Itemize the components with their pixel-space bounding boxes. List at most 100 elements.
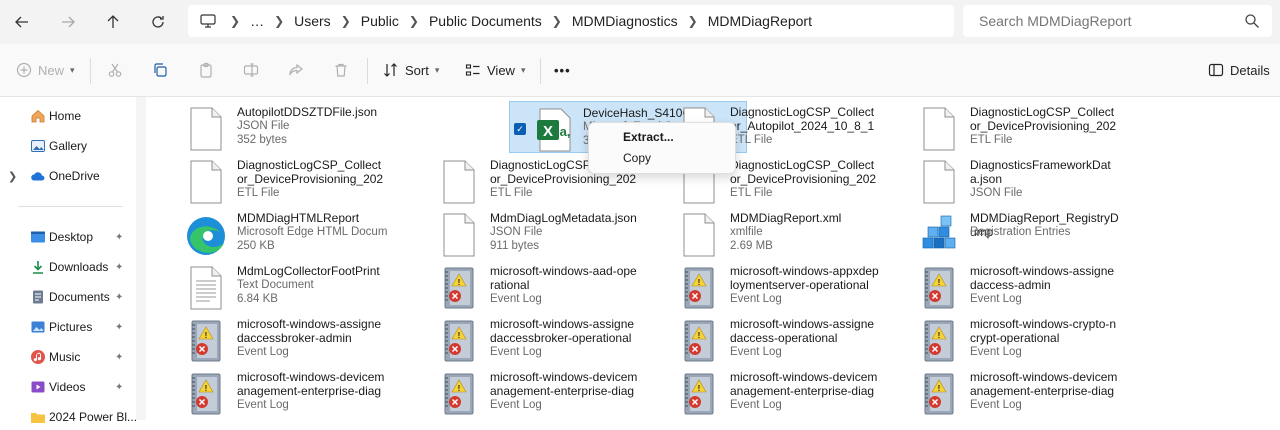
file-item[interactable]: ! microsoft-windows-appxdeploymentserver-…	[641, 260, 879, 311]
svg-text:!: !	[938, 278, 941, 287]
file-item[interactable]: ! microsoft-windows-devicemanagement-ente…	[401, 366, 637, 416]
rename-button[interactable]	[243, 58, 259, 82]
event-log-icon: !	[679, 265, 719, 311]
pin-icon[interactable]: ✦	[115, 382, 123, 393]
navigation-pane: Home Gallery ❯ OneDrive Desktop ✦ Downlo…	[0, 97, 137, 424]
file-item[interactable]: ! microsoft-windows-assignedaccess-admin E…	[881, 260, 1117, 310]
breadcrumb-mdmdiagnostics[interactable]: MDMDiagnostics	[566, 13, 684, 29]
file-name: DiagnosticLogCSP_Collector_DeviceProvisi…	[237, 158, 384, 186]
file-item[interactable]: AutopilotDDSZTDFile.json JSON File 352 byt…	[148, 101, 384, 151]
file-item[interactable]: ! microsoft-windows-devicemanagement-ente…	[641, 366, 877, 416]
breadcrumb-mdmdiagreport[interactable]: MDMDiagReport	[702, 13, 818, 29]
file-item[interactable]: DiagnosticLogCSP_Collector_DeviceProvisi…	[881, 101, 1117, 151]
file-item[interactable]: MdmLogCollectorFootPrint Text Document 6.8…	[148, 260, 384, 310]
file-size: 2.69 MB	[730, 240, 773, 252]
svg-text:!: !	[938, 331, 941, 340]
checkbox-checked-icon[interactable]: ✓	[514, 123, 526, 135]
pin-icon[interactable]: ✦	[115, 352, 123, 363]
file-item[interactable]: ! microsoft-windows-assignedaccessbroker-…	[148, 313, 384, 363]
sidebar-item-desktop[interactable]: Desktop ✦	[0, 224, 136, 250]
sidebar-item-music[interactable]: Music ✦	[0, 344, 136, 370]
breadcrumb-public-documents[interactable]: Public Documents	[423, 13, 548, 29]
svg-text:!: !	[458, 331, 461, 340]
cut-button[interactable]	[107, 58, 123, 82]
sidebar-item-power-bi-folder[interactable]: 2024 Power Bl...	[0, 404, 137, 430]
file-name: microsoft-windows-assignedaccessbroker-a…	[237, 317, 382, 345]
file-item[interactable]: DiagnosticsFrameworkData.json JSON File	[881, 154, 1117, 204]
refresh-button[interactable]	[144, 8, 172, 36]
chevron-right-icon: ❯	[340, 14, 351, 28]
file-item[interactable]: MDMDiagReport_RegistryDump Registration E…	[881, 207, 1119, 257]
file-size: 911 bytes	[490, 240, 540, 252]
sidebar-item-gallery[interactable]: Gallery	[0, 133, 136, 159]
file-item[interactable]: DiagnosticLogCSP_Collector_DeviceProvisi…	[148, 154, 384, 204]
file-type: Event Log	[490, 293, 542, 305]
share-button[interactable]	[288, 58, 304, 82]
breadcrumb-public[interactable]: Public	[355, 13, 405, 29]
file-item[interactable]: MDMDiagHTMLReport Microsoft Edge HTML Doc…	[148, 207, 387, 257]
document-icon	[919, 106, 959, 152]
file-type: Event Log	[730, 399, 782, 411]
divider	[540, 58, 541, 84]
pin-icon[interactable]: ✦	[115, 232, 123, 243]
file-name: microsoft-windows-assignedaccessbroker-o…	[490, 317, 635, 345]
more-options-button[interactable]: •••	[554, 58, 571, 82]
pin-icon[interactable]: ✦	[115, 292, 123, 303]
svg-text:!: !	[458, 278, 461, 287]
search-icon	[1245, 14, 1259, 28]
chevron-right-icon[interactable]: ❯	[8, 170, 17, 183]
delete-button[interactable]	[333, 58, 349, 82]
paste-button[interactable]	[198, 58, 214, 82]
navigation-scrollbar[interactable]	[136, 97, 146, 420]
file-item[interactable]: ! microsoft-windows-assignedaccessbroker-…	[401, 313, 637, 363]
file-name: MDMDiagHTMLReport	[237, 211, 360, 225]
copy-button[interactable]	[152, 58, 168, 82]
sidebar-item-onedrive[interactable]: ❯ OneDrive	[0, 163, 136, 189]
search-box[interactable]	[963, 5, 1272, 37]
sidebar-item-label: Home	[49, 109, 82, 123]
file-item[interactable]: MDMDiagReport.xml xmlfile 2.69 MB	[641, 207, 877, 257]
pin-icon[interactable]: ✦	[115, 322, 123, 333]
desktop-icon	[30, 229, 46, 245]
file-name: microsoft-windows-aad-operational	[490, 264, 637, 292]
sidebar-item-home[interactable]: Home	[0, 103, 136, 129]
forward-button[interactable]	[54, 8, 82, 36]
pin-icon[interactable]: ✦	[115, 262, 123, 273]
chevron-right-icon: ❯	[230, 14, 241, 28]
file-type: Event Log	[490, 399, 542, 411]
file-size: 6.84 KB	[237, 293, 278, 305]
sidebar-item-videos[interactable]: Videos ✦	[0, 374, 136, 400]
share-icon	[289, 63, 303, 76]
cloud-icon	[30, 168, 46, 184]
plus-circle-icon	[16, 62, 32, 78]
context-menu-extract[interactable]: Extract...	[623, 130, 674, 144]
address-bar: ❯ … ❯ Users ❯ Public ❯ Public Documents …	[0, 0, 1280, 44]
new-button[interactable]: New ▾	[16, 58, 75, 82]
up-button[interactable]	[99, 8, 127, 36]
sidebar-item-pictures[interactable]: Pictures ✦	[0, 314, 136, 340]
context-menu-copy[interactable]: Copy	[623, 151, 651, 165]
file-item[interactable]: ! microsoft-windows-devicemanagement-ente…	[148, 366, 384, 416]
chevron-down-icon: ▾	[434, 64, 440, 75]
file-name: microsoft-windows-assignedaccess-operati…	[730, 317, 875, 345]
breadcrumb-users[interactable]: Users	[288, 13, 337, 29]
breadcrumb[interactable]: ❯ … ❯ Users ❯ Public ❯ Public Documents …	[188, 5, 954, 37]
file-item[interactable]: ! microsoft-windows-assignedaccess-operat…	[641, 313, 877, 363]
view-button[interactable]: View ▾	[465, 58, 525, 82]
file-name: DiagnosticLogCSP_Collector_Autopilot_202…	[730, 105, 875, 133]
file-item[interactable]: ! microsoft-windows-devicemanagement-ente…	[881, 366, 1117, 416]
sidebar-item-downloads[interactable]: Downloads ✦	[0, 254, 136, 280]
breadcrumb-overflow[interactable]: …	[244, 13, 270, 29]
file-item[interactable]: MdmDiagLogMetadata.json JSON File 911 byte…	[401, 207, 637, 257]
search-input[interactable]	[977, 12, 1231, 30]
details-button[interactable]: Details	[1208, 58, 1270, 82]
back-button[interactable]	[8, 8, 36, 36]
file-name: MdmLogCollectorFootPrint	[237, 264, 380, 278]
sort-button[interactable]: Sort ▾	[383, 58, 439, 82]
sort-label: Sort	[405, 62, 429, 78]
document-icon	[439, 212, 479, 258]
file-item[interactable]: ! microsoft-windows-crypto-ncrypt-operati…	[881, 313, 1117, 363]
file-type: Event Log	[970, 346, 1022, 358]
sidebar-item-documents[interactable]: Documents ✦	[0, 284, 136, 310]
file-item[interactable]: ! microsoft-windows-aad-operational Event …	[401, 260, 637, 310]
